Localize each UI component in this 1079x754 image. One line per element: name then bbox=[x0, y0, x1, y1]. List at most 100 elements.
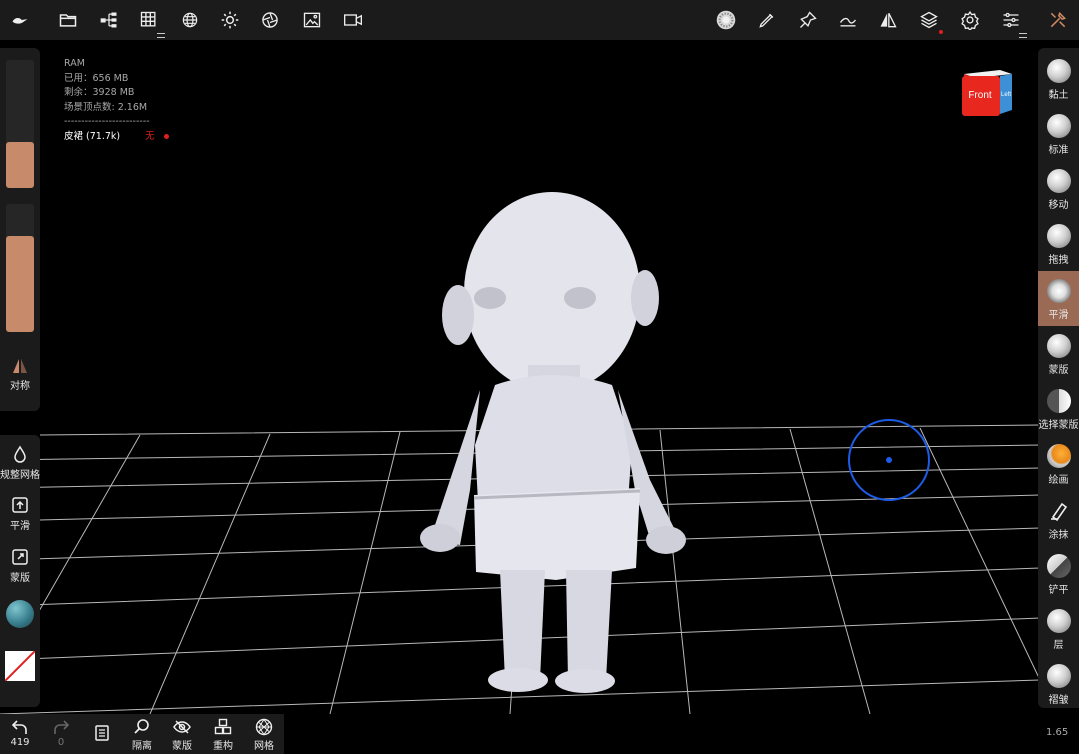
smudge-icon bbox=[1050, 502, 1067, 522]
app-menu-icon[interactable] bbox=[8, 8, 32, 32]
light-icon[interactable] bbox=[218, 8, 242, 32]
drop-icon bbox=[14, 445, 26, 463]
left-slider-panel: 对称 bbox=[0, 48, 40, 411]
crease-brush-icon bbox=[1046, 664, 1071, 688]
aperture-icon[interactable] bbox=[258, 8, 282, 32]
isolate-label: 隔离 bbox=[132, 741, 152, 752]
smooth-action-button[interactable]: 平滑 bbox=[0, 496, 40, 532]
move-brush-icon bbox=[1046, 169, 1071, 193]
rebuild-button[interactable]: 重构 bbox=[203, 718, 243, 752]
object-state: 无 bbox=[145, 130, 155, 142]
search-icon bbox=[134, 719, 149, 734]
vertex-count: 场景顶点数: 2.16M bbox=[64, 101, 148, 113]
object-list-button[interactable] bbox=[82, 724, 122, 743]
open-folder-icon[interactable] bbox=[56, 8, 80, 32]
pen-tool-icon[interactable] bbox=[796, 8, 820, 32]
redo-icon bbox=[54, 720, 70, 734]
material-sphere[interactable] bbox=[6, 600, 34, 628]
version-label: 1.65 bbox=[1046, 727, 1069, 738]
symmetry-toggle[interactable]: 对称 bbox=[0, 358, 40, 392]
stroke-icon[interactable] bbox=[836, 8, 860, 32]
smooth-brush-icon bbox=[1046, 279, 1071, 303]
undo-count: 419 bbox=[10, 737, 30, 748]
symmetry-label: 对称 bbox=[10, 381, 30, 392]
undo-button[interactable]: 419 bbox=[0, 718, 40, 748]
tool-label: 铲平 bbox=[1048, 585, 1069, 596]
tool-paint[interactable]: 绘画 bbox=[1038, 436, 1079, 491]
tool-clay[interactable]: 黏土 bbox=[1038, 51, 1079, 106]
character-model[interactable] bbox=[420, 192, 686, 693]
layers-icon[interactable] bbox=[917, 8, 943, 34]
color-swatch[interactable] bbox=[5, 651, 35, 681]
brush-strength-fill bbox=[6, 236, 34, 332]
drag-brush-icon bbox=[1046, 224, 1071, 248]
redo-count: 0 bbox=[57, 737, 65, 748]
tool-layer[interactable]: 层 bbox=[1038, 601, 1079, 656]
smooth-action-label: 平滑 bbox=[10, 521, 30, 532]
image-icon[interactable] bbox=[300, 8, 324, 32]
brush-icon[interactable] bbox=[755, 8, 779, 32]
tool-label: 褶皱 bbox=[1048, 695, 1069, 706]
video-camera-icon[interactable] bbox=[341, 8, 365, 32]
flatten-brush-icon bbox=[1046, 554, 1071, 578]
brush-strength-slider[interactable] bbox=[6, 204, 34, 332]
scene-tree-icon[interactable] bbox=[97, 8, 121, 32]
object-name[interactable]: 皮裙 (71.7k) bbox=[64, 131, 120, 142]
brush-preview-icon[interactable] bbox=[712, 6, 740, 34]
cubes-icon bbox=[214, 718, 232, 735]
corner-box-icon bbox=[12, 549, 28, 565]
isolate-button[interactable]: 隔离 bbox=[122, 718, 162, 752]
tool-move[interactable]: 移动 bbox=[1038, 161, 1079, 216]
tools-icon[interactable] bbox=[1046, 8, 1070, 32]
ram-used: 已用：656 MB bbox=[64, 72, 129, 84]
mesh-button[interactable]: 网格 bbox=[244, 718, 284, 752]
mask-action-button[interactable]: 蒙版 bbox=[0, 548, 40, 584]
clay-brush-icon bbox=[1046, 59, 1071, 83]
undo-icon bbox=[11, 720, 27, 734]
settings-gear-icon[interactable] bbox=[958, 8, 982, 32]
cube-side-label: Left bbox=[1001, 92, 1011, 98]
tool-label: 涂抹 bbox=[1048, 530, 1069, 541]
brush-size-slider[interactable] bbox=[6, 60, 34, 188]
brush-cursor bbox=[848, 419, 930, 501]
view-cube[interactable]: Front Left bbox=[960, 68, 1014, 116]
symmetry-icon[interactable] bbox=[876, 8, 900, 32]
mask-brush-icon bbox=[1046, 334, 1071, 358]
state-dot bbox=[163, 133, 169, 139]
tool-smudge[interactable]: 涂抹 bbox=[1038, 491, 1079, 546]
remesh-button[interactable]: 规整网格 bbox=[0, 445, 40, 481]
tool-mask[interactable]: 蒙版 bbox=[1038, 326, 1079, 381]
list-icon bbox=[95, 725, 109, 741]
ram-label: RAM bbox=[64, 58, 85, 69]
tool-label: 选择蒙版 bbox=[1038, 420, 1079, 431]
tool-crease[interactable]: 褶皱 bbox=[1038, 656, 1079, 711]
tool-label: 标准 bbox=[1048, 145, 1069, 156]
tool-flatten[interactable]: 铲平 bbox=[1038, 546, 1079, 601]
mesh-label: 网格 bbox=[254, 741, 274, 752]
stats-overlay: RAM 已用：656 MB 剩余：3928 MB 场景顶点数: 2.16M --… bbox=[64, 57, 169, 144]
mesh-icon bbox=[255, 718, 273, 736]
ram-free: 剩余：3928 MB bbox=[64, 87, 135, 98]
layer-brush-icon bbox=[1046, 609, 1071, 633]
standard-brush-icon bbox=[1046, 114, 1071, 138]
top-toolbar bbox=[0, 0, 1079, 40]
tool-label: 拖拽 bbox=[1048, 255, 1069, 266]
sphere-icon[interactable] bbox=[178, 8, 202, 32]
remesh-label: 规整网格 bbox=[0, 470, 40, 481]
bottom-toolbar: 419 0 隔离 蒙版 重构 网格 bbox=[0, 714, 284, 754]
tool-smooth[interactable]: 平滑 bbox=[1038, 271, 1079, 326]
sliders-icon[interactable] bbox=[999, 8, 1027, 38]
tool-label: 蒙版 bbox=[1048, 365, 1069, 376]
notification-dot bbox=[939, 30, 943, 34]
tool-drag[interactable]: 拖拽 bbox=[1038, 216, 1079, 271]
tool-label: 黏土 bbox=[1048, 90, 1069, 101]
grid-icon[interactable] bbox=[137, 8, 165, 38]
mask-visibility-button[interactable]: 蒙版 bbox=[162, 718, 202, 752]
tool-label: 平滑 bbox=[1048, 310, 1069, 321]
tool-select-mask[interactable]: 选择蒙版 bbox=[1038, 381, 1079, 436]
redo-button[interactable]: 0 bbox=[41, 718, 81, 748]
mask-action-label: 蒙版 bbox=[10, 573, 30, 584]
rebuild-label: 重构 bbox=[213, 741, 233, 752]
stats-divider: ------------------------- bbox=[64, 116, 150, 127]
tool-standard[interactable]: 标准 bbox=[1038, 106, 1079, 161]
